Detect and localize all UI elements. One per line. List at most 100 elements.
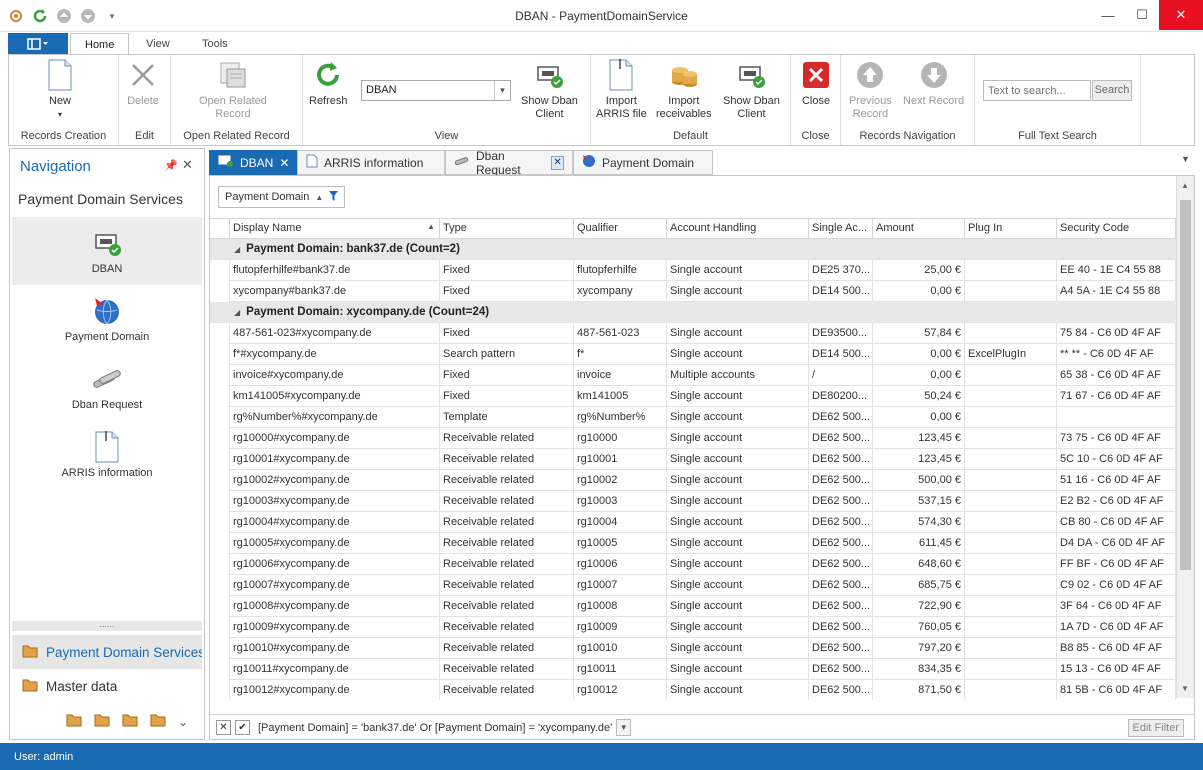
filter-enabled-checkbox[interactable]: ✔: [235, 720, 250, 735]
refresh-button[interactable]: Refresh: [309, 59, 348, 108]
table-row[interactable]: rg10003#xycompany.de Receivable related rg…: [210, 491, 1176, 512]
cell-account-handling[interactable]: Single account: [667, 659, 809, 680]
view-select[interactable]: DBAN ▼: [361, 80, 511, 101]
column-header-plug-in[interactable]: Plug In: [965, 219, 1057, 239]
close-window-button[interactable]: ✕: [1159, 0, 1203, 30]
cell-single-account[interactable]: DE62 500...: [809, 617, 873, 638]
cell-qualifier[interactable]: rg10005: [574, 533, 667, 554]
cell-account-handling[interactable]: Single account: [667, 470, 809, 491]
cell-plug-in[interactable]: [965, 323, 1057, 344]
previous-record-button[interactable]: Previous Record: [849, 59, 892, 121]
cell-display-name[interactable]: rg10002#xycompany.de: [230, 470, 440, 491]
cell-amount[interactable]: 611,45 €: [873, 533, 965, 554]
filter-icon[interactable]: [329, 190, 339, 204]
column-header-security-code[interactable]: Security Code: [1057, 219, 1176, 239]
cell-single-account[interactable]: DE62 500...: [809, 554, 873, 575]
cell-display-name[interactable]: rg10005#xycompany.de: [230, 533, 440, 554]
cell-display-name[interactable]: f*#xycompany.de: [230, 344, 440, 365]
cell-single-account[interactable]: DE25 370...: [809, 260, 873, 281]
cell-qualifier[interactable]: xycompany: [574, 281, 667, 302]
tab-arris-information[interactable]: ARRIS information: [297, 150, 445, 175]
cell-display-name[interactable]: rg10011#xycompany.de: [230, 659, 440, 680]
scroll-up-icon[interactable]: ▲: [1181, 181, 1189, 190]
cell-plug-in[interactable]: [965, 365, 1057, 386]
group-row[interactable]: ◢ Payment Domain: bank37.de (Count=2): [210, 239, 1176, 260]
minimize-button[interactable]: —: [1091, 0, 1125, 30]
cell-account-handling[interactable]: Single account: [667, 281, 809, 302]
cell-display-name[interactable]: 487-561-023#xycompany.de: [230, 323, 440, 344]
cell-amount[interactable]: 0,00 €: [873, 365, 965, 386]
cell-account-handling[interactable]: Single account: [667, 533, 809, 554]
cell-type[interactable]: Fixed: [440, 260, 574, 281]
cell-amount[interactable]: 0,00 €: [873, 344, 965, 365]
cell-type[interactable]: Receivable related: [440, 575, 574, 596]
cell-qualifier[interactable]: rg10007: [574, 575, 667, 596]
cell-qualifier[interactable]: rg10012: [574, 680, 667, 700]
cell-qualifier[interactable]: rg10001: [574, 449, 667, 470]
cell-single-account[interactable]: DE62 500...: [809, 596, 873, 617]
cell-security-code[interactable]: E2 B2 - C6 0D 4F AF: [1057, 491, 1176, 512]
column-header-type[interactable]: Type: [440, 219, 574, 239]
import-arris-file-button[interactable]: Import ARRIS file: [596, 59, 647, 121]
search-button[interactable]: Search: [1092, 80, 1132, 101]
cell-type[interactable]: Receivable related: [440, 596, 574, 617]
folder-icon[interactable]: [122, 713, 138, 730]
cell-security-code[interactable]: ** ** - C6 0D 4F AF: [1057, 344, 1176, 365]
cell-qualifier[interactable]: rg10003: [574, 491, 667, 512]
cell-single-account[interactable]: DE80200...: [809, 386, 873, 407]
cell-qualifier[interactable]: rg10002: [574, 470, 667, 491]
cell-plug-in[interactable]: [965, 470, 1057, 491]
cell-qualifier[interactable]: rg10000: [574, 428, 667, 449]
cell-plug-in[interactable]: [965, 596, 1057, 617]
cell-qualifier[interactable]: rg%Number%: [574, 407, 667, 428]
folder-icon[interactable]: [150, 713, 166, 730]
cell-amount[interactable]: 648,60 €: [873, 554, 965, 575]
table-row[interactable]: rg10004#xycompany.de Receivable related rg…: [210, 512, 1176, 533]
filter-history-dropdown[interactable]: ▼: [616, 719, 632, 736]
cell-amount[interactable]: 722,90 €: [873, 596, 965, 617]
cell-plug-in[interactable]: [965, 680, 1057, 700]
cell-plug-in[interactable]: [965, 407, 1057, 428]
table-row[interactable]: f*#xycompany.de Search pattern f* Single ac…: [210, 344, 1176, 365]
cell-display-name[interactable]: rg10004#xycompany.de: [230, 512, 440, 533]
cell-plug-in[interactable]: [965, 659, 1057, 680]
tab-home[interactable]: Home: [70, 33, 130, 55]
show-dban-client-button[interactable]: Show Dban Client: [521, 59, 578, 121]
cell-type[interactable]: Receivable related: [440, 554, 574, 575]
cell-amount[interactable]: 50,24 €: [873, 386, 965, 407]
cell-security-code[interactable]: 5C 10 - C6 0D 4F AF: [1057, 449, 1176, 470]
table-row[interactable]: rg10009#xycompany.de Receivable related rg…: [210, 617, 1176, 638]
tab-tools[interactable]: Tools: [188, 33, 242, 55]
nav-category-payment-domain-services[interactable]: Payment Domain Services: [12, 635, 202, 669]
cell-account-handling[interactable]: Single account: [667, 386, 809, 407]
application-menu-button[interactable]: [8, 33, 68, 54]
cell-type[interactable]: Receivable related: [440, 533, 574, 554]
cell-qualifier[interactable]: km141005: [574, 386, 667, 407]
show-dban-client-2-button[interactable]: Show Dban Client: [723, 59, 780, 121]
cell-type[interactable]: Receivable related: [440, 638, 574, 659]
table-row[interactable]: rg%Number%#xycompany.de Template rg%Number…: [210, 407, 1176, 428]
cell-type[interactable]: Receivable related: [440, 680, 574, 700]
cell-security-code[interactable]: [1057, 407, 1176, 428]
cell-display-name[interactable]: rg10007#xycompany.de: [230, 575, 440, 596]
cell-single-account[interactable]: DE93500...: [809, 323, 873, 344]
table-row[interactable]: rg10006#xycompany.de Receivable related rg…: [210, 554, 1176, 575]
cell-single-account[interactable]: DE62 500...: [809, 407, 873, 428]
cell-single-account[interactable]: DE62 500...: [809, 575, 873, 596]
group-by-chip[interactable]: Payment Domain ▲: [218, 186, 346, 208]
cell-security-code[interactable]: 75 84 - C6 0D 4F AF: [1057, 323, 1176, 344]
table-row[interactable]: rg10007#xycompany.de Receivable related rg…: [210, 575, 1176, 596]
cell-amount[interactable]: 25,00 €: [873, 260, 965, 281]
cell-qualifier[interactable]: rg10011: [574, 659, 667, 680]
cell-security-code[interactable]: 65 38 - C6 0D 4F AF: [1057, 365, 1176, 386]
table-row[interactable]: km141005#xycompany.de Fixed km141005 Single…: [210, 386, 1176, 407]
cell-type[interactable]: Receivable related: [440, 491, 574, 512]
nav-splitter[interactable]: ......: [12, 620, 202, 631]
cell-single-account[interactable]: DE62 500...: [809, 638, 873, 659]
cell-single-account[interactable]: DE62 500...: [809, 428, 873, 449]
table-row[interactable]: rg10008#xycompany.de Receivable related rg…: [210, 596, 1176, 617]
cell-display-name[interactable]: rg10008#xycompany.de: [230, 596, 440, 617]
chevron-down-icon[interactable]: ⌄: [178, 715, 188, 729]
cell-security-code[interactable]: B8 85 - C6 0D 4F AF: [1057, 638, 1176, 659]
table-row[interactable]: rg10001#xycompany.de Receivable related rg…: [210, 449, 1176, 470]
